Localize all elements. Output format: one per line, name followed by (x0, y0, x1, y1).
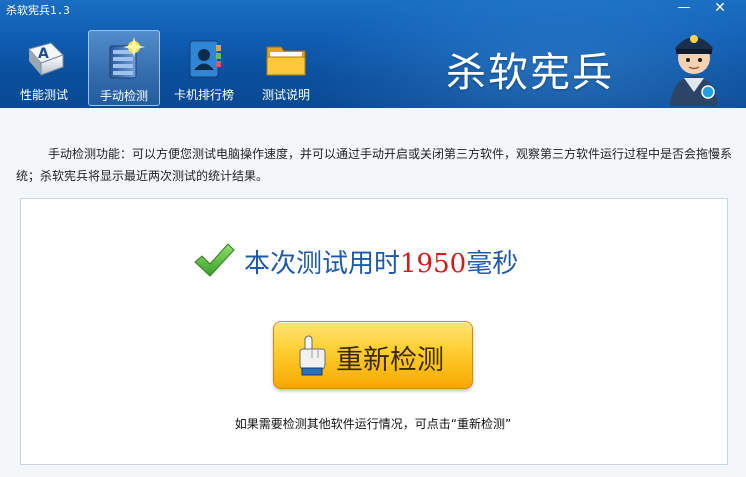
toolbar-item-manual-detection[interactable]: 手动检测 (88, 30, 160, 106)
toolbar-label: 性能测试 (19, 88, 68, 102)
keyboard-key-icon: A (28, 42, 64, 76)
police-mascot-icon (670, 35, 718, 106)
header-bar: 杀软宪兵1.3 — ✕ A 性能测试 手动检测 卡机排行榜 测试说明 杀软宪兵 (0, 0, 746, 108)
brand-title: 杀软宪兵 (446, 50, 614, 96)
retest-button[interactable]: 重新检测 (273, 321, 473, 389)
check-icon (194, 243, 235, 277)
toolbar-item-performance-test[interactable]: A 性能测试 (9, 30, 79, 104)
app-window: 杀软宪兵1.3 — ✕ A 性能测试 手动检测 卡机排行榜 测试说明 杀软宪兵 … (0, 0, 746, 477)
toolbar-label: 卡机排行榜 (173, 88, 234, 102)
pointing-hand-icon (299, 335, 326, 376)
close-button[interactable]: ✕ (700, 0, 740, 18)
toolbar-item-instructions[interactable]: 测试说明 (251, 30, 321, 104)
result-value: 1950 (400, 249, 467, 279)
toolbar-label: 手动检测 (99, 89, 148, 103)
window-title: 杀软宪兵1.3 (6, 4, 70, 17)
minimize-button[interactable]: — (671, 0, 697, 18)
svg-text:A: A (38, 46, 49, 62)
toolbar-label: 测试说明 (261, 88, 310, 102)
hint-text: 如果需要检测其他软件运行情况，可点击“重新检测” (234, 417, 512, 431)
result-text: 本次测试用时1950毫秒 (244, 243, 518, 280)
result-unit: 毫秒 (466, 249, 519, 279)
feature-description: 手动检测功能：可以方便您测试电脑操作速度，并可以通过手动开启或关闭第三方软件，观… (16, 143, 736, 187)
result-prefix: 本次测试用时 (244, 249, 401, 279)
contact-book-icon (189, 40, 221, 78)
retest-button-label: 重新检测 (336, 345, 444, 376)
server-sparkle-icon (109, 37, 145, 79)
folder-icon (266, 46, 306, 76)
toolbar-item-ranking[interactable]: 卡机排行榜 (169, 30, 239, 104)
description-text: 手动检测功能：可以方便您测试电脑操作速度，并可以通过手动开启或关闭第三方软件，观… (16, 147, 733, 183)
